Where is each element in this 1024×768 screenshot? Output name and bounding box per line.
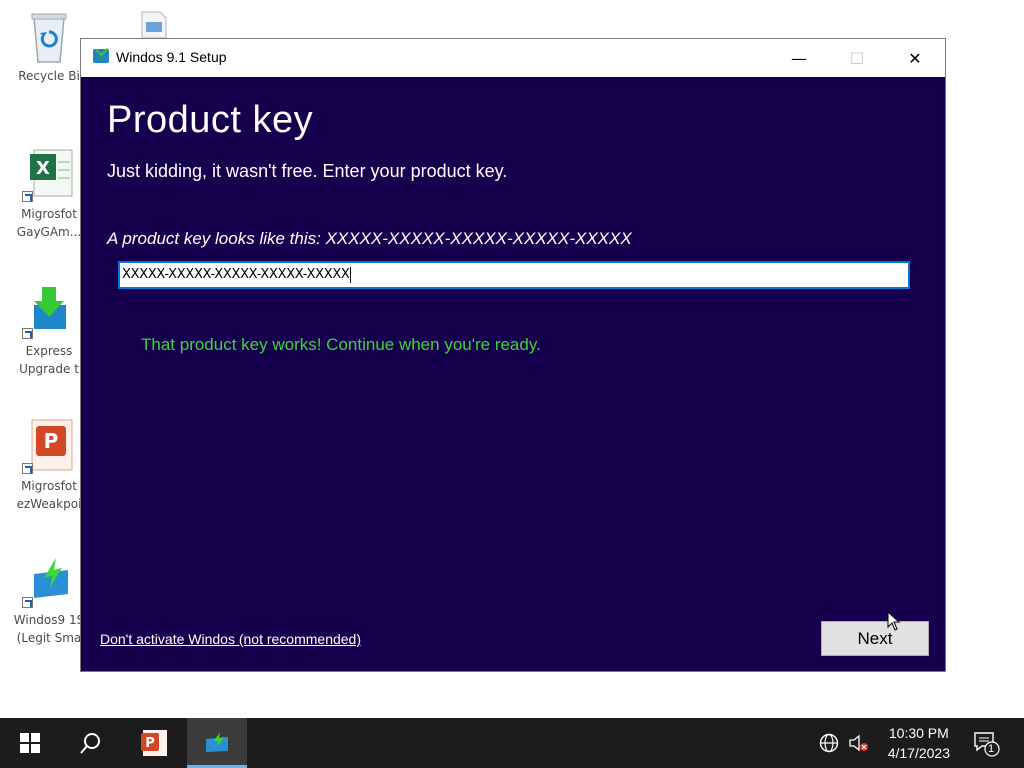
- clock[interactable]: 10:30 PM 4/17/2023: [888, 723, 950, 763]
- text-caret: [349, 266, 351, 283]
- desktop-icon-label: Windos9 1S: [13, 613, 85, 627]
- volume-muted-icon: [849, 734, 868, 752]
- desktop-icon-express-upgrade[interactable]: Express Upgrade t: [8, 283, 90, 379]
- window-title: Windos 9.1 Setup: [116, 49, 227, 65]
- setup-window: Windos 9.1 Setup — ☐ ✕ Product key Just …: [80, 38, 946, 672]
- desktop-icon-label: (Legit Sma: [16, 631, 82, 645]
- start-button[interactable]: [0, 718, 60, 768]
- notification-icon: [974, 732, 1000, 757]
- svg-text:P: P: [44, 429, 59, 453]
- window-titlebar[interactable]: Windos 9.1 Setup — ☐ ✕: [81, 39, 945, 77]
- product-key-hint: A product key looks like this: XXXXX-XXX…: [107, 229, 632, 248]
- shortcut-arrow-icon: [22, 328, 33, 339]
- desktop-icon-excel-shortcut[interactable]: X Migrosfot GayGAm...: [8, 146, 90, 242]
- desktop-icon-label: ezWeakpoi: [16, 497, 82, 511]
- volume-tray[interactable]: [845, 718, 871, 768]
- clock-date: 4/17/2023: [887, 745, 950, 761]
- taskbar: P 10:30 PM 4/17/2023 1: [0, 718, 1024, 768]
- svg-text:P: P: [145, 736, 155, 751]
- maximize-button[interactable]: ☐: [828, 39, 886, 77]
- desktop-icon-recycle-bin[interactable]: Recycle Bi: [8, 8, 90, 86]
- product-key-value: XXXXX-XXXXX-XXXXX-XXXXX-XXXXX: [122, 267, 350, 282]
- product-key-input[interactable]: XXXXX-XXXXX-XXXXX-XXXXX-XXXXX: [118, 261, 910, 289]
- shortcut-arrow-icon: [22, 597, 33, 608]
- desktop-icon-label: Migrosfot: [21, 207, 77, 221]
- clock-time: 10:30 PM: [888, 725, 949, 741]
- search-button[interactable]: [62, 718, 120, 768]
- setup-content-panel: Product key Just kidding, it wasn't free…: [81, 77, 945, 671]
- minimize-button[interactable]: —: [770, 39, 828, 77]
- powerpoint-icon: P: [141, 730, 167, 756]
- windows-logo-icon: [20, 733, 40, 753]
- recycle-bin-icon: [20, 8, 78, 66]
- desktop-icon-label: Migrosfot: [21, 479, 77, 493]
- desktop-icon-setup-shortcut[interactable]: Windos9 1S (Legit Sma: [8, 552, 90, 648]
- desktop-icon-powerpoint-shortcut[interactable]: P Migrosfot ezWeakpoi: [8, 418, 90, 514]
- notification-count: 1: [988, 743, 995, 755]
- next-button[interactable]: Next: [821, 621, 929, 656]
- setup-icon: [206, 731, 228, 752]
- close-button[interactable]: ✕: [886, 39, 944, 77]
- desktop-icon-label: GayGAm...: [16, 225, 82, 239]
- dont-activate-link[interactable]: Don't activate Windos (not recommended): [100, 631, 361, 647]
- taskbar-setup-active[interactable]: [187, 718, 247, 768]
- shortcut-arrow-icon: [22, 463, 33, 474]
- download-arrow-icon: [20, 283, 78, 341]
- page-subtitle: Just kidding, it wasn't free. Enter your…: [107, 161, 508, 181]
- svg-text:X: X: [36, 158, 50, 179]
- globe-icon: [819, 733, 839, 753]
- network-tray[interactable]: [816, 718, 842, 768]
- desktop-icon-label: Express: [25, 344, 73, 358]
- excel-icon: X: [20, 146, 78, 204]
- taskbar-powerpoint[interactable]: P: [128, 718, 180, 768]
- powerpoint-icon: P: [20, 418, 78, 476]
- desktop-icon-label: Upgrade t: [19, 362, 79, 376]
- desktop-icon-label: Recycle Bi: [18, 69, 80, 83]
- mouse-pointer-icon: [887, 611, 901, 631]
- setup-icon: [20, 552, 78, 610]
- success-message: That product key works! Continue when yo…: [141, 335, 541, 354]
- page-title: Product key: [107, 99, 314, 141]
- notification-center-button[interactable]: 1: [964, 718, 1008, 768]
- setup-app-icon: [93, 49, 109, 63]
- shortcut-arrow-icon: [22, 191, 33, 202]
- search-icon: [80, 733, 100, 754]
